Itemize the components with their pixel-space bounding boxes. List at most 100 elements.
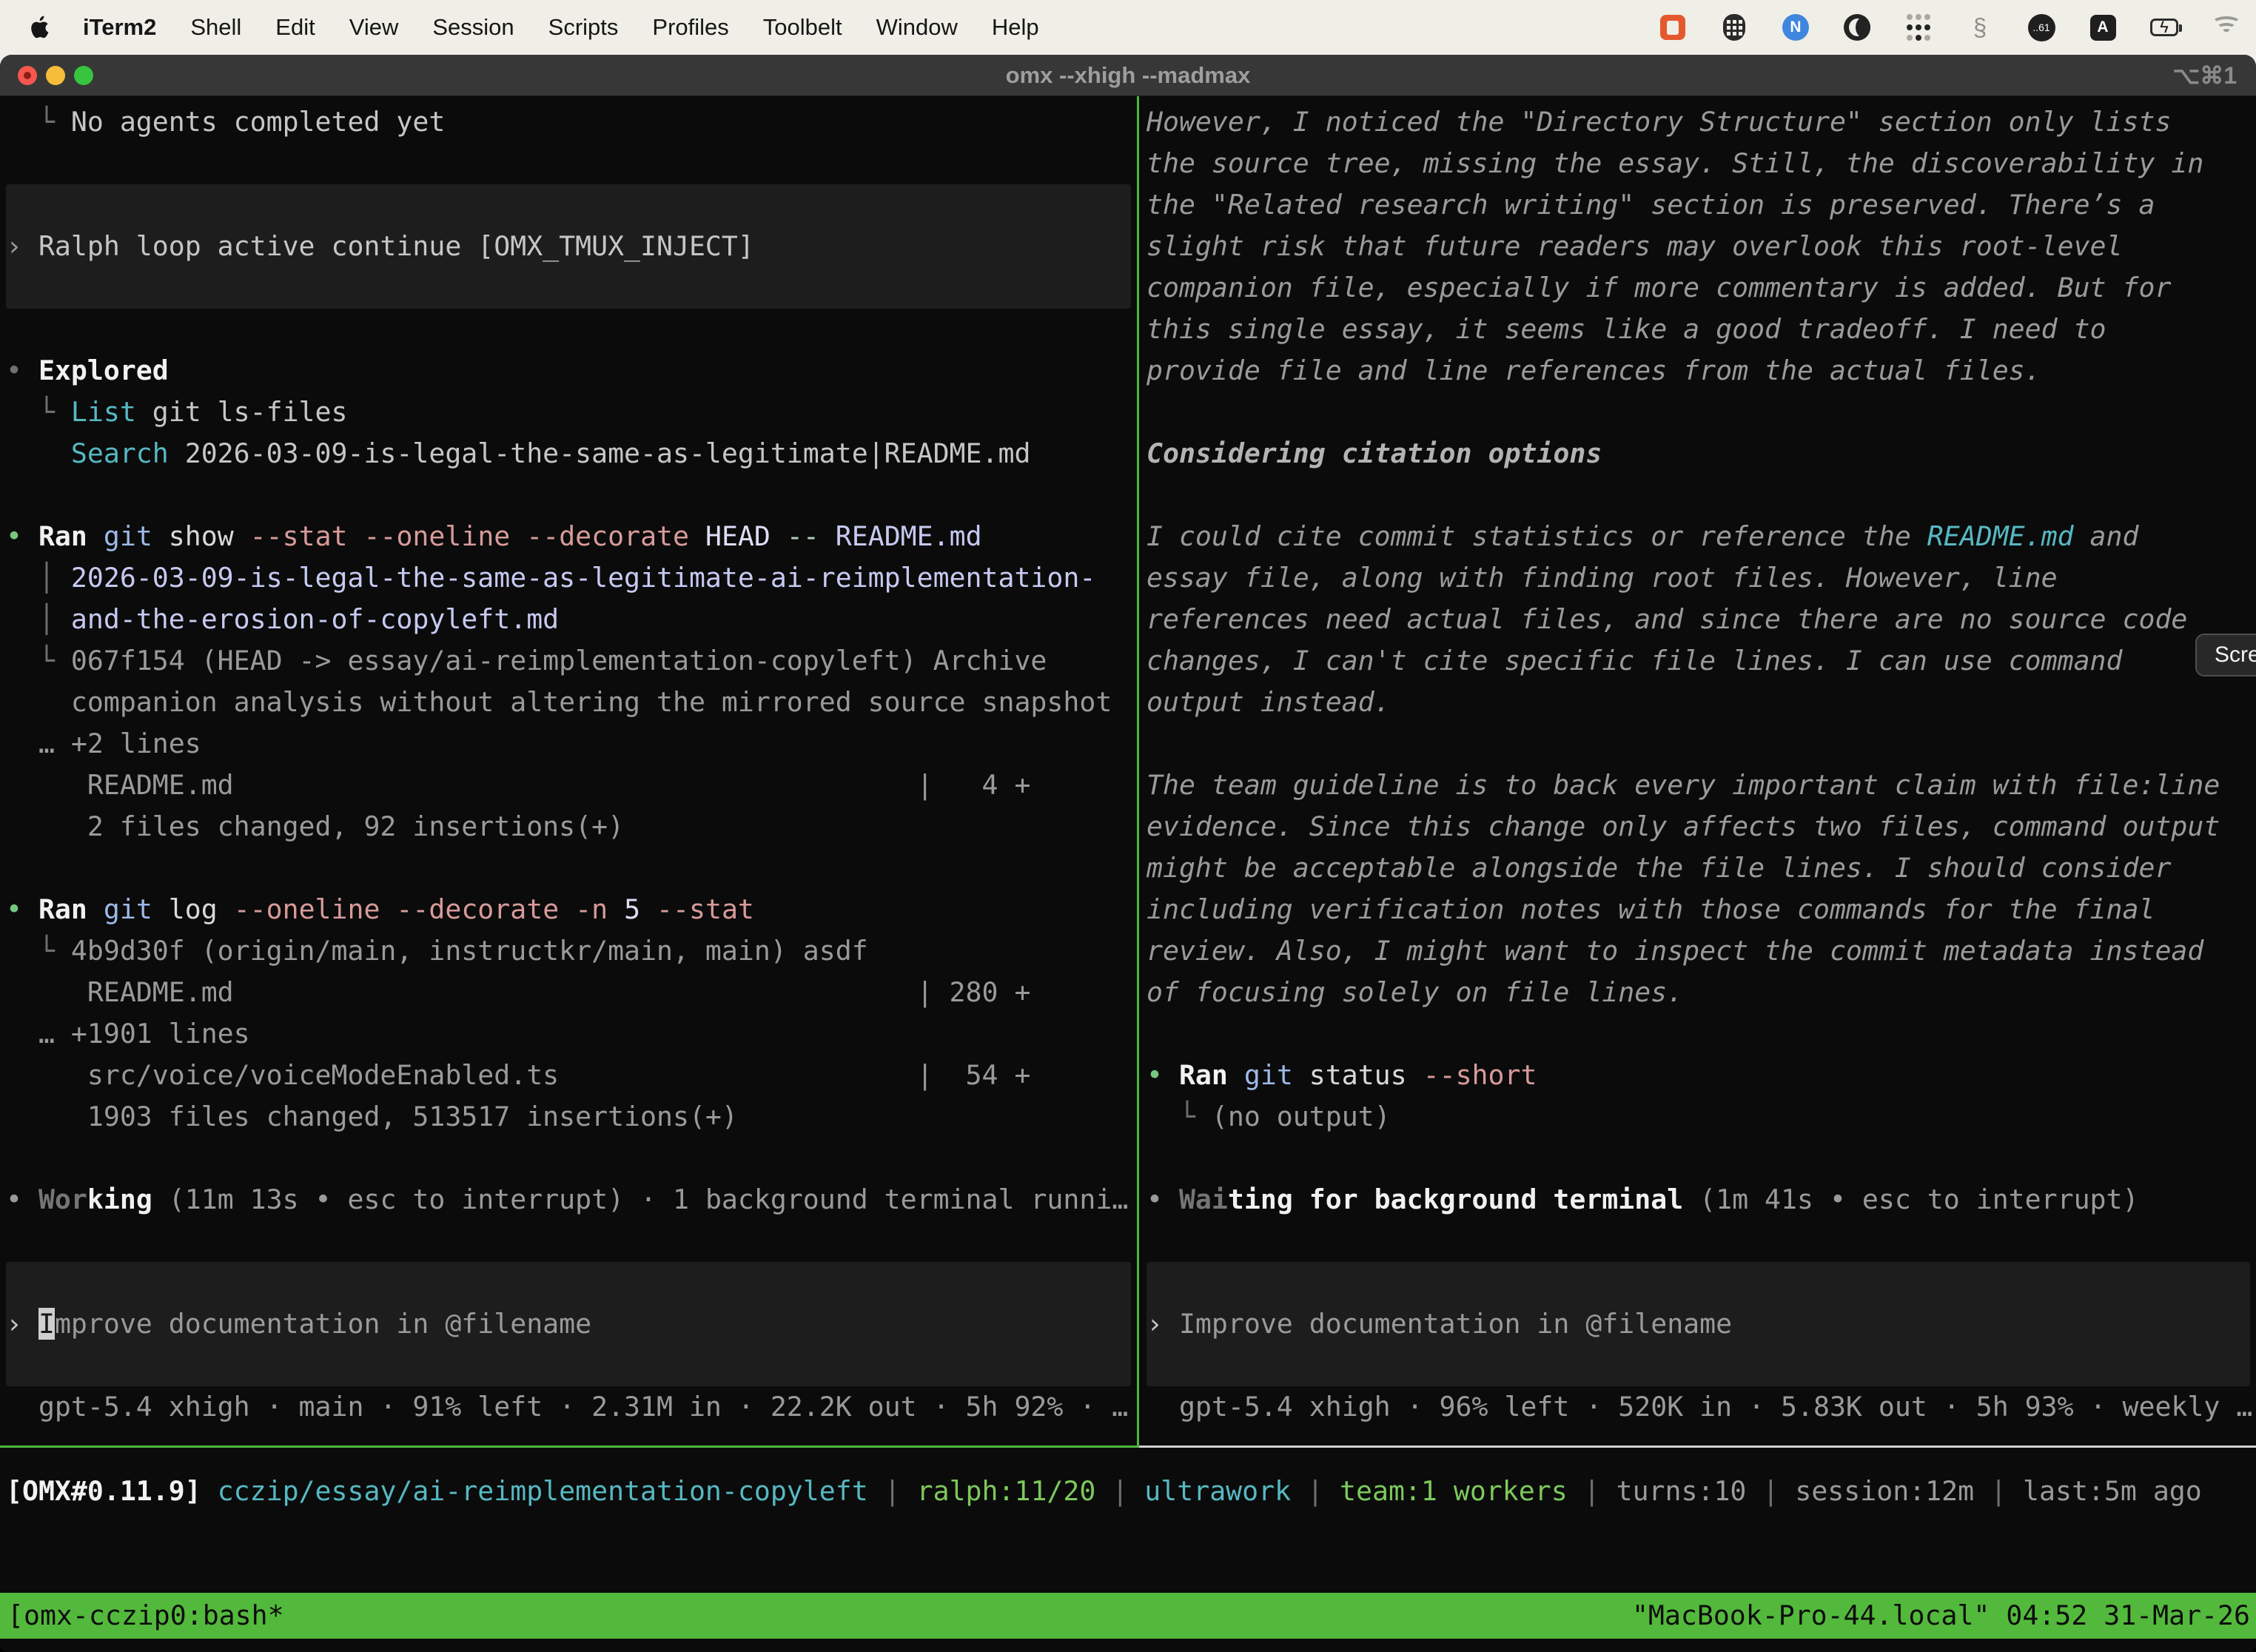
terminal-line: provide file and line references from th… bbox=[1147, 350, 2253, 392]
iterm-window: omx --xhigh --madmax ⌥⌘1 └ No agents com… bbox=[0, 55, 2256, 1652]
terminal-line: › Ralph loop active continue [OMX_TMUX_I… bbox=[6, 226, 1134, 267]
dots-grid-icon[interactable] bbox=[1904, 13, 1933, 41]
terminal-line: of focusing solely on file lines. bbox=[1147, 972, 2253, 1013]
terminal-line bbox=[6, 847, 1134, 889]
right-terminal-pane[interactable]: However, I noticed the "Directory Struct… bbox=[1147, 101, 2253, 1443]
terminal-line: slight risk that future readers may over… bbox=[1147, 226, 2253, 267]
screen-overlay-button[interactable]: Scre bbox=[2195, 634, 2256, 676]
menu-item-view[interactable]: View bbox=[349, 14, 399, 41]
terminal-line: Search 2026-03-09-is-legal-the-same-as-l… bbox=[6, 433, 1134, 474]
terminal-line: this single essay, it seems like a good … bbox=[1147, 309, 2253, 350]
terminal-line: • Waiting for background terminal (1m 41… bbox=[1147, 1179, 2253, 1220]
terminal-line bbox=[6, 267, 1134, 309]
terminal-line: … +1901 lines bbox=[6, 1013, 1134, 1055]
terminal-line: gpt-5.4 xhigh · main · 91% left · 2.31M … bbox=[6, 1386, 1134, 1428]
terminal-line: • Ran git log --oneline --decorate -n 5 … bbox=[6, 889, 1134, 930]
terminal-line: • Working (11m 13s • esc to interrupt) ·… bbox=[6, 1179, 1134, 1220]
terminal-line bbox=[1147, 723, 2253, 765]
terminal-line bbox=[1147, 1262, 2253, 1303]
terminal-line: 1903 files changed, 513517 insertions(+) bbox=[6, 1096, 1134, 1138]
terminal-line: • Ran git status --short bbox=[1147, 1055, 2253, 1096]
battery-61-disc-icon[interactable]: ..61 bbox=[2027, 13, 2055, 41]
terminal-line: output instead. bbox=[1147, 682, 2253, 723]
terminal-line bbox=[6, 1220, 1134, 1262]
squiggle-icon[interactable]: § bbox=[1966, 13, 1994, 41]
terminal-line: README.md | 4 + bbox=[6, 765, 1134, 806]
terminal-line: • Explored bbox=[6, 350, 1134, 392]
dark-disc-icon[interactable] bbox=[1843, 13, 1871, 41]
terminal-line: the "Related research writing" section i… bbox=[1147, 184, 2253, 226]
terminal-line: the source tree, missing the essay. Stil… bbox=[1147, 143, 2253, 184]
terminal-line bbox=[1147, 1220, 2253, 1262]
terminal-line: evidence. Since this change only affects… bbox=[1147, 806, 2253, 847]
terminal-line: └ List git ls-files bbox=[6, 392, 1134, 433]
terminal-line bbox=[6, 1138, 1134, 1179]
pane-border-bottom-left bbox=[0, 1446, 1139, 1448]
terminal-line: I could cite commit statistics or refere… bbox=[1147, 516, 2253, 557]
terminal-line: essay file, along with finding root file… bbox=[1147, 557, 2253, 599]
terminal-line bbox=[6, 1262, 1134, 1303]
menu-items: iTerm2 Shell Edit View Session Scripts Profile… bbox=[83, 14, 1039, 41]
tmux-host-clock: "MacBook-Pro-44.local" 04:52 31-Mar-26 bbox=[1632, 1593, 2250, 1639]
screen-record-icon[interactable] bbox=[1659, 13, 1687, 41]
blue-badge-icon[interactable]: N bbox=[1782, 13, 1810, 41]
terminal-line: review. Also, I might want to inspect th… bbox=[1147, 930, 2253, 972]
menu-item-toolbelt[interactable]: Toolbelt bbox=[763, 14, 842, 41]
tmux-status-bar: [omx-cczip0:bash* "MacBook-Pro-44.local"… bbox=[0, 1593, 2256, 1639]
terminal-line bbox=[6, 474, 1134, 516]
menu-item-edit[interactable]: Edit bbox=[275, 14, 315, 41]
terminal-line: └ No agents completed yet bbox=[6, 101, 1134, 143]
terminal-line: 2 files changed, 92 insertions(+) bbox=[6, 806, 1134, 847]
wifi-icon[interactable] bbox=[2212, 16, 2241, 38]
terminal-line: README.md | 280 + bbox=[6, 972, 1134, 1013]
menu-item-help[interactable]: Help bbox=[992, 14, 1039, 41]
terminal-line bbox=[1147, 1013, 2253, 1055]
menu-item-shell[interactable]: Shell bbox=[190, 14, 241, 41]
menu-item-scripts[interactable]: Scripts bbox=[548, 14, 619, 41]
terminal-line bbox=[1147, 1345, 2253, 1386]
pane-border-bottom-right bbox=[1139, 1446, 2256, 1448]
terminal-line: › Improve documentation in @filename bbox=[1147, 1303, 2253, 1345]
terminal-line: gpt-5.4 xhigh · 96% left · 520K in · 5.8… bbox=[1147, 1386, 2253, 1428]
terminal-line: └ 4b9d30f (origin/main, instructkr/main,… bbox=[6, 930, 1134, 972]
terminal-line: │ 2026-03-09-is-legal-the-same-as-legiti… bbox=[6, 557, 1134, 599]
menu-item-window[interactable]: Window bbox=[876, 14, 958, 41]
menu-status-icons: N § ..61 A ϟ bbox=[1659, 0, 2241, 55]
terminal-line: changes, I can't cite specific file line… bbox=[1147, 640, 2253, 682]
terminal-line bbox=[6, 309, 1134, 350]
terminal-line bbox=[6, 1345, 1134, 1386]
terminal-line: companion file, especially if more comme… bbox=[1147, 267, 2253, 309]
terminal-line bbox=[1147, 1138, 2253, 1179]
left-terminal-pane[interactable]: └ No agents completed yet › Ralph loop a… bbox=[6, 101, 1134, 1443]
terminal-line: might be acceptable alongside the file l… bbox=[1147, 847, 2253, 889]
terminal-line: │ and-the-erosion-of-copyleft.md bbox=[6, 599, 1134, 640]
window-shortcut-badge: ⌥⌘1 bbox=[2172, 55, 2237, 96]
terminal-line: including verification notes with those … bbox=[1147, 889, 2253, 930]
terminal-line bbox=[1147, 474, 2253, 516]
terminal-line: └ (no output) bbox=[1147, 1096, 2253, 1138]
menu-item-profiles[interactable]: Profiles bbox=[652, 14, 728, 41]
menu-item-iterm2[interactable]: iTerm2 bbox=[83, 14, 156, 41]
battery-charging-icon[interactable]: ϟ bbox=[2150, 13, 2178, 41]
terminal-line bbox=[6, 184, 1134, 226]
terminal-line: The team guideline is to back every impo… bbox=[1147, 765, 2253, 806]
window-title: omx --xhigh --madmax bbox=[0, 55, 2256, 96]
shield-grid-icon[interactable] bbox=[1720, 13, 1748, 41]
apple-icon[interactable] bbox=[30, 15, 52, 40]
terminal-line: companion analysis without altering the … bbox=[6, 682, 1134, 723]
terminal-line: └ 067f154 (HEAD -> essay/ai-reimplementa… bbox=[6, 640, 1134, 682]
terminal-line: However, I noticed the "Directory Struct… bbox=[1147, 101, 2253, 143]
omx-status-line: [OMX#0.11.9] cczip/essay/ai-reimplementa… bbox=[6, 1471, 2202, 1512]
terminal-line: Considering citation options bbox=[1147, 433, 2253, 474]
terminal-line bbox=[1147, 392, 2253, 433]
keyboard-a-icon[interactable]: A bbox=[2089, 13, 2117, 41]
terminal-line: › Improve documentation in @filename bbox=[6, 1303, 1134, 1345]
terminal-line: • Ran git show --stat --oneline --decora… bbox=[6, 516, 1134, 557]
terminal-line: … +2 lines bbox=[6, 723, 1134, 765]
terminal-line: references need actual files, and since … bbox=[1147, 599, 2253, 640]
menu-item-session[interactable]: Session bbox=[432, 14, 514, 41]
window-title-bar[interactable]: omx --xhigh --madmax ⌥⌘1 bbox=[0, 55, 2256, 96]
pane-divider-vertical[interactable] bbox=[1137, 96, 1139, 1447]
terminal-line: src/voice/voiceModeEnabled.ts | 54 + bbox=[6, 1055, 1134, 1096]
tmux-session-label: [omx-cczip0:bash* bbox=[7, 1593, 284, 1639]
